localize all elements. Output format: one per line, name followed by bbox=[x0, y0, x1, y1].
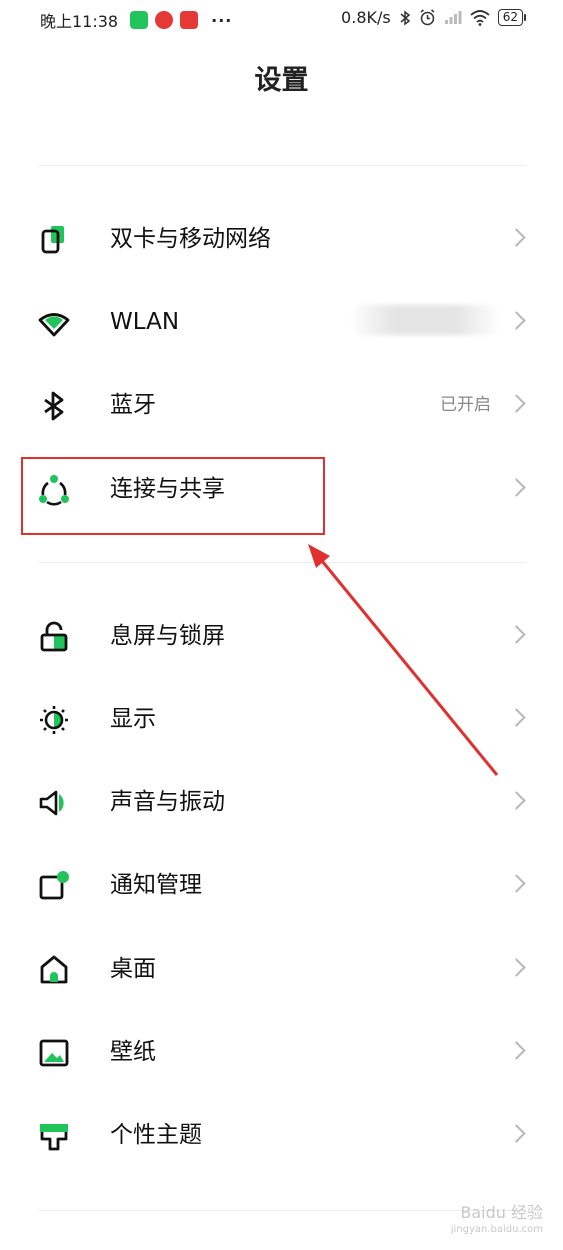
notification-icon bbox=[39, 871, 69, 900]
status-right: 0.8K/s 62 bbox=[333, 8, 527, 27]
sim-card-icon bbox=[41, 226, 64, 254]
signal-icon bbox=[444, 11, 462, 24]
settings-item-wlan[interactable]: WLAN bbox=[0, 281, 563, 364]
settings-item-display[interactable]: 显示 bbox=[0, 678, 563, 761]
page-title: 设置 bbox=[254, 65, 309, 96]
display-brightness-icon bbox=[40, 706, 68, 734]
theme-icon bbox=[40, 1124, 68, 1151]
lock-icon bbox=[40, 621, 68, 652]
status-time: 晚上11:38 bbox=[40, 12, 119, 31]
settings-item-wallpaper[interactable]: 壁纸 bbox=[0, 1011, 563, 1094]
settings-item-label: 双卡与移动网络 bbox=[110, 226, 271, 252]
wlan-network-name-blurred bbox=[349, 305, 501, 335]
wifi-status-icon bbox=[470, 9, 490, 26]
battery-icon: 62 bbox=[497, 9, 527, 26]
baidu-watermark: Baidu 经验 jingyan.baidu.com bbox=[451, 1204, 543, 1238]
settings-item-label: 声音与振动 bbox=[110, 789, 225, 815]
notification-app-icon bbox=[130, 11, 149, 29]
chevron-right-icon bbox=[507, 708, 526, 727]
status-bar: 晚上11:38 ··· 0.8K/s 62 bbox=[0, 0, 563, 36]
chevron-right-icon bbox=[507, 478, 526, 497]
settings-item-label: 壁纸 bbox=[110, 1039, 156, 1065]
chevron-right-icon bbox=[507, 394, 526, 413]
notification-video-icon bbox=[155, 11, 174, 29]
settings-item-lock-screen[interactable]: 息屏与锁屏 bbox=[0, 595, 563, 678]
settings-item-label: WLAN bbox=[110, 309, 180, 335]
settings-item-themes[interactable]: 个性主题 bbox=[0, 1094, 563, 1177]
chevron-right-icon bbox=[507, 1124, 526, 1143]
divider bbox=[38, 562, 526, 563]
status-left: 晚上11:38 ··· bbox=[40, 8, 232, 32]
settings-item-label: 个性主题 bbox=[110, 1122, 202, 1148]
settings-item-label: 桌面 bbox=[110, 956, 156, 982]
more-notifications-icon: ··· bbox=[211, 10, 233, 30]
bluetooth-status-value: 已开启 bbox=[440, 395, 491, 415]
watermark-logo-text: Baidu 经验 bbox=[460, 1203, 543, 1222]
settings-item-sound[interactable]: 声音与振动 bbox=[0, 761, 563, 844]
wallpaper-icon bbox=[39, 1039, 69, 1067]
highlight-annotation-box bbox=[21, 457, 325, 535]
network-speed: 0.8K/s bbox=[341, 8, 391, 27]
settings-item-bluetooth[interactable]: 蓝牙 已开启 bbox=[0, 364, 563, 447]
settings-item-label: 显示 bbox=[110, 706, 156, 732]
home-icon bbox=[40, 955, 68, 984]
speaker-icon bbox=[39, 790, 64, 816]
bluetooth-icon bbox=[44, 391, 64, 421]
chevron-right-icon bbox=[507, 228, 526, 247]
chevron-right-icon bbox=[507, 791, 526, 810]
chevron-right-icon bbox=[507, 625, 526, 644]
settings-item-dual-sim[interactable]: 双卡与移动网络 bbox=[0, 198, 563, 281]
settings-item-label: 通知管理 bbox=[110, 872, 202, 898]
settings-item-label: 蓝牙 bbox=[110, 392, 156, 418]
chevron-right-icon bbox=[507, 958, 526, 977]
settings-item-label: 息屏与锁屏 bbox=[110, 623, 225, 649]
watermark-url: jingyan.baidu.com bbox=[450, 1224, 543, 1235]
bluetooth-status-icon bbox=[400, 10, 410, 25]
divider bbox=[38, 165, 526, 166]
chevron-right-icon bbox=[507, 874, 526, 893]
chevron-right-icon bbox=[507, 1041, 526, 1060]
wifi-icon bbox=[38, 313, 70, 337]
notification-news-icon bbox=[180, 11, 199, 29]
settings-item-notifications[interactable]: 通知管理 bbox=[0, 844, 563, 927]
settings-item-home-screen[interactable]: 桌面 bbox=[0, 928, 563, 1011]
alarm-icon bbox=[420, 9, 435, 26]
chevron-right-icon bbox=[507, 311, 526, 330]
